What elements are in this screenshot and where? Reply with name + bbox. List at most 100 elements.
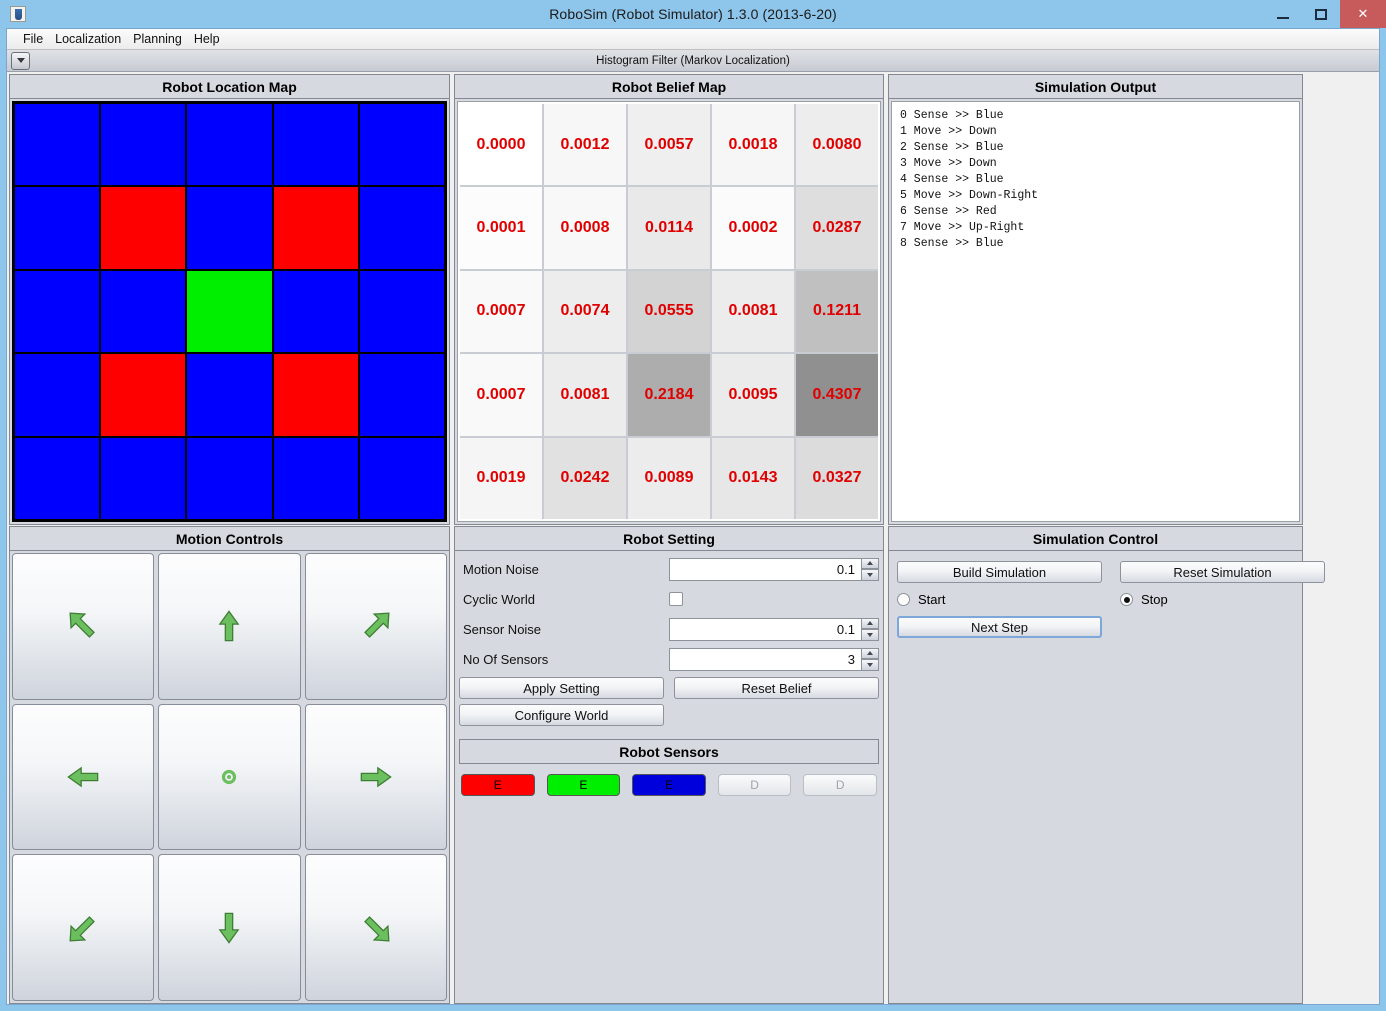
motion-noise-increment-button[interactable] (862, 557, 879, 569)
location-cell-3-3[interactable] (273, 354, 358, 436)
sensor-noise-decrement-button[interactable] (862, 629, 879, 641)
toolbar-dropdown-button[interactable] (11, 51, 30, 70)
belief-cell-2-3[interactable]: 0.0081 (712, 270, 794, 353)
sensor-toggle-2[interactable]: E (632, 774, 706, 796)
sensor-noise-stepper[interactable]: 0.1 (669, 617, 879, 641)
maximize-button[interactable] (1302, 0, 1340, 28)
location-cell-4-0[interactable] (15, 437, 100, 519)
log-line: 8 Sense >> Blue (900, 237, 1004, 250)
stop-radio-icon[interactable] (1120, 593, 1133, 606)
location-cell-2-4[interactable] (359, 270, 444, 353)
location-cell-3-4[interactable] (359, 354, 444, 436)
belief-cell-3-0[interactable]: 0.0007 (460, 354, 542, 436)
belief-cell-0-0[interactable]: 0.0000 (460, 104, 542, 186)
move-up-right-button[interactable] (304, 553, 447, 700)
location-cell-0-4[interactable] (359, 104, 444, 186)
belief-cell-4-0[interactable]: 0.0019 (460, 437, 542, 519)
belief-map-container: 0.0000 0.0012 0.0057 0.0018 0.0080 0.0001 0.00… (457, 101, 881, 522)
belief-cell-4-3[interactable]: 0.0143 (712, 437, 794, 519)
location-cell-0-1[interactable] (101, 104, 186, 186)
reset-belief-button[interactable]: Reset Belief (674, 677, 879, 699)
apply-setting-button[interactable]: Apply Setting (459, 677, 664, 699)
belief-cell-3-3[interactable]: 0.0095 (712, 354, 794, 436)
belief-cell-1-3[interactable]: 0.0002 (712, 187, 794, 269)
menu-help[interactable]: Help (188, 30, 226, 48)
menu-planning[interactable]: Planning (127, 30, 188, 48)
belief-cell-3-4[interactable]: 0.4307 (796, 354, 878, 436)
location-cell-1-1[interactable] (101, 187, 186, 269)
move-down-right-button[interactable] (304, 854, 447, 1001)
no-of-sensors-increment-button[interactable] (862, 647, 879, 659)
belief-cell-2-4[interactable]: 0.1211 (796, 270, 878, 353)
belief-cell-4-1[interactable]: 0.0242 (544, 437, 626, 519)
location-cell-3-0[interactable] (15, 354, 100, 436)
next-step-button[interactable]: Next Step (897, 616, 1102, 638)
location-cell-0-2[interactable] (187, 104, 272, 186)
configure-world-button[interactable]: Configure World (459, 704, 664, 726)
location-cell-0-0[interactable] (15, 104, 100, 186)
minimize-button[interactable] (1264, 0, 1302, 28)
location-cell-3-1[interactable] (101, 354, 186, 436)
location-cell-3-2[interactable] (187, 354, 272, 436)
location-cell-1-3[interactable] (273, 187, 358, 269)
motion-noise-stepper[interactable]: 0.1 (669, 557, 879, 581)
no-of-sensors-input[interactable]: 3 (669, 647, 862, 671)
close-button[interactable]: ✕ (1340, 0, 1386, 28)
location-cell-2-3[interactable] (273, 270, 358, 353)
location-cell-4-3[interactable] (273, 437, 358, 519)
reset-simulation-button[interactable]: Reset Simulation (1120, 561, 1325, 583)
location-cell-2-2[interactable] (187, 270, 272, 353)
belief-cell-2-1[interactable]: 0.0074 (544, 270, 626, 353)
move-right-button[interactable] (304, 703, 447, 851)
sensor-noise-input[interactable]: 0.1 (669, 617, 862, 641)
location-cell-2-0[interactable] (15, 270, 100, 353)
start-radio-icon[interactable] (897, 593, 910, 606)
start-radio-item[interactable]: Start (897, 592, 1102, 607)
belief-cell-2-2[interactable]: 0.0555 (628, 270, 710, 353)
belief-cell-0-1[interactable]: 0.0012 (544, 104, 626, 186)
belief-cell-0-2[interactable]: 0.0057 (628, 104, 710, 186)
belief-grid[interactable]: 0.0000 0.0012 0.0057 0.0018 0.0080 0.0001 0.00… (460, 104, 878, 519)
location-cell-1-0[interactable] (15, 187, 100, 269)
belief-cell-0-4[interactable]: 0.0080 (796, 104, 878, 186)
sensor-toggle-1[interactable]: E (546, 774, 621, 796)
motion-noise-input[interactable]: 0.1 (669, 557, 862, 581)
belief-cell-2-0[interactable]: 0.0007 (460, 270, 542, 353)
robot-setting-title: Robot Setting (454, 526, 884, 551)
belief-cell-0-3[interactable]: 0.0018 (712, 104, 794, 186)
belief-cell-1-1[interactable]: 0.0008 (544, 187, 626, 269)
build-simulation-button[interactable]: Build Simulation (897, 561, 1102, 583)
location-cell-4-4[interactable] (359, 437, 444, 519)
no-of-sensors-stepper[interactable]: 3 (669, 647, 879, 671)
sensor-noise-increment-button[interactable] (862, 617, 879, 629)
no-of-sensors-decrement-button[interactable] (862, 659, 879, 671)
belief-cell-4-4[interactable]: 0.0327 (796, 437, 878, 519)
move-up-left-button[interactable] (12, 553, 155, 700)
location-cell-4-2[interactable] (187, 437, 272, 519)
belief-cell-1-4[interactable]: 0.0287 (796, 187, 878, 269)
move-down-button[interactable] (158, 854, 301, 1001)
location-cell-4-1[interactable] (101, 437, 186, 519)
cyclic-world-checkbox[interactable] (669, 592, 683, 606)
motion-noise-decrement-button[interactable] (862, 569, 879, 581)
belief-cell-3-2[interactable]: 0.2184 (628, 354, 710, 436)
location-cell-2-1[interactable] (101, 270, 186, 353)
sensor-toggle-0[interactable]: E (461, 774, 535, 796)
stop-radio-item[interactable]: Stop (1120, 592, 1325, 607)
menu-localization[interactable]: Localization (49, 30, 127, 48)
move-stay-button[interactable] (158, 703, 301, 851)
window-controls: ✕ (1264, 0, 1386, 28)
belief-cell-1-2[interactable]: 0.0114 (628, 187, 710, 269)
simulation-output-log[interactable]: 0 Sense >> Blue 1 Move >> Down 2 Sense >> … (891, 101, 1300, 522)
move-down-left-button[interactable] (12, 854, 155, 1001)
belief-cell-1-0[interactable]: 0.0001 (460, 187, 542, 269)
belief-cell-4-2[interactable]: 0.0089 (628, 437, 710, 519)
location-grid[interactable] (12, 101, 447, 522)
menu-file[interactable]: File (17, 30, 49, 48)
move-left-button[interactable] (12, 703, 155, 851)
location-cell-1-2[interactable] (187, 187, 272, 269)
move-up-button[interactable] (158, 553, 301, 700)
location-cell-0-3[interactable] (273, 104, 358, 186)
location-cell-1-4[interactable] (359, 187, 444, 269)
belief-cell-3-1[interactable]: 0.0081 (544, 354, 626, 436)
